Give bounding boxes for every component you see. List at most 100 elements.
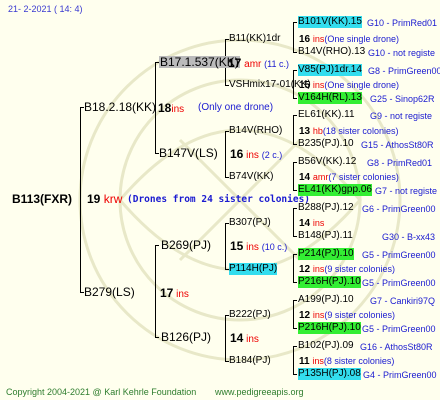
gen4-queen-id[interactable]: B14V(RHO).13 [298, 46, 365, 58]
gen4-queen-id[interactable]: B235(PJ).10 [298, 138, 354, 150]
gen3-ins: 12 ins(9 sister colonies) [299, 263, 395, 276]
gen4-queen-id[interactable]: V164H(RL).13 [298, 92, 362, 104]
gen4-queen-id[interactable]: B101V(KK).15 [298, 16, 362, 28]
gen2-ins: 16 ins (2 c.) [230, 148, 282, 162]
website-link[interactable]: www.pedigreeapis.org [215, 386, 304, 398]
gen3-ins: 14 ins [299, 217, 324, 230]
gen4-queen-id[interactable]: P214(PJ).10 [298, 248, 354, 260]
connector [293, 190, 297, 191]
gen3-ins-number: 14 [299, 218, 311, 229]
gen2-ins: 14 ins [230, 332, 259, 346]
gen4-generation: G4 - PrimGreen00 [363, 370, 437, 380]
gen3-queen-id[interactable]: B74V(KK) [229, 171, 273, 183]
gen4-queen-id[interactable]: P216H(PJ).10 [298, 322, 361, 334]
connector [155, 245, 159, 246]
gen3-ins: 14 amr(7 sister colonies) [299, 171, 399, 184]
gen4-generation: G30 - B-xx43 [382, 232, 436, 242]
gen3-ins-number: 14 [299, 172, 311, 183]
root-ins: 19 krw [87, 193, 122, 205]
gen4-generation: G10 - not registe [368, 48, 436, 58]
gen2-mark: ins [246, 334, 259, 345]
connector [155, 337, 159, 338]
gen4-generation: G8 - PrimGreen00 [368, 66, 440, 76]
connector [293, 162, 297, 163]
gen4-queen-id[interactable]: B288(PJ).12 [298, 202, 354, 214]
gen2-ins: 15 ins (10 c.) [230, 240, 287, 254]
connector [293, 254, 297, 255]
gen2-note: (10 c.) [261, 242, 288, 252]
connector [293, 22, 297, 23]
gen4-queen-id[interactable]: B148(PJ).11 [298, 230, 353, 242]
connector [293, 115, 294, 144]
gen3-ins: 11 ins(8 sister colonies) [299, 355, 394, 368]
gen4-queen-id[interactable]: V85(PJ)1dr.14 [298, 64, 362, 76]
gen4-generation: G7 - Cankiri97Q [370, 296, 436, 306]
gen3-note: (9 sister colonies) [324, 264, 395, 274]
gen2-queen-id[interactable]: B126(PJ) [161, 331, 211, 343]
gen3-note: (9 sister colonies) [324, 310, 395, 320]
gen2-mark: ins [246, 242, 259, 253]
gen3-queen-id[interactable]: B222(PJ) [229, 309, 271, 321]
gen2-note: (2 c.) [261, 150, 283, 160]
connector [293, 144, 297, 145]
gen1-queen-id[interactable]: B279(LS) [84, 286, 135, 298]
gen3-mark: ins [312, 80, 325, 90]
gen1-mark: ins [171, 104, 185, 115]
gen1-mark: ins [176, 289, 189, 300]
gen4-generation: G6 - PrimGreen00 [362, 204, 436, 214]
gen3-queen-id[interactable]: B307(PJ) [229, 217, 271, 229]
gen4-queen-id[interactable]: EL61(KK).11 [298, 109, 355, 121]
connector [293, 208, 297, 209]
connector [293, 328, 297, 329]
gen3-mark: ins [312, 356, 324, 366]
gen1-ins: 17 ins [160, 287, 189, 301]
gen3-note: (7 sister colonies) [328, 172, 399, 182]
root-queen-id[interactable]: B113(FXR) [12, 193, 72, 205]
gen4-generation: G16 - AthosSt80R [360, 342, 433, 352]
gen4-queen-id[interactable]: B102(PJ).09 [298, 340, 354, 352]
connector [155, 245, 156, 338]
gen3-queen-id[interactable]: P114H(PJ) [229, 263, 278, 275]
gen4-queen-id[interactable]: P216H(PJ).10 [298, 276, 361, 288]
gen2-note: (11 c.) [264, 59, 289, 69]
gen2-ins-number: 16 [230, 147, 244, 161]
gen4-generation: G5 - PrimGreen00 [362, 278, 436, 288]
gen3-note: (One single drone) [324, 34, 399, 44]
gen4-queen-id[interactable]: B56V(KK).12 [298, 156, 356, 168]
gen1-ins: 18ins [158, 102, 184, 116]
connector [293, 208, 294, 236]
gen4-generation: G5 - PrimGreen00 [362, 324, 436, 334]
connector [293, 162, 294, 190]
gen3-ins-number: 13 [299, 126, 311, 137]
connector [225, 223, 226, 269]
gen3-ins-number: 16 [299, 34, 311, 45]
connector [80, 107, 81, 293]
gen3-ins: 15 ins(One single drone) [299, 79, 399, 92]
gen2-queen-id[interactable]: B269(PJ) [161, 239, 211, 251]
gen1-ins-number: 17 [160, 286, 174, 300]
gen3-note: (One single drone) [324, 80, 399, 90]
gen3-queen-id[interactable]: B14V(RHO) [229, 125, 282, 137]
gen3-mark: amr [312, 172, 329, 182]
gen4-queen-id[interactable]: EL41(KK)gpp.06 [298, 184, 372, 196]
connector [293, 300, 294, 328]
gen1-note: (Only one drone) [198, 102, 274, 113]
gen1-queen-id[interactable]: B18.2.18(KK) [84, 101, 156, 113]
gen3-ins-number: 12 [299, 310, 311, 321]
gen4-queen-id[interactable]: P135H(PJ).08 [298, 368, 361, 380]
connector [293, 346, 297, 347]
gen3-note: (18 sister colonies) [322, 126, 399, 136]
gen3-queen-id[interactable]: B184(PJ) [229, 355, 271, 367]
gen2-queen-id[interactable]: B147V(LS) [159, 147, 218, 159]
root-mark: krw [103, 192, 123, 206]
connector [225, 131, 226, 177]
connector [293, 374, 297, 375]
connector [225, 315, 226, 361]
gen3-mark: ins [312, 34, 325, 44]
gen3-note: (8 sister colonies) [323, 356, 395, 366]
connector [293, 254, 294, 282]
gen3-queen-id[interactable]: B11(KK)1dr [229, 33, 281, 45]
connector [293, 282, 297, 283]
gen4-queen-id[interactable]: A199(PJ).10 [298, 294, 354, 306]
date-header: 21- 2-2021 ( 14: 4) [8, 4, 83, 14]
